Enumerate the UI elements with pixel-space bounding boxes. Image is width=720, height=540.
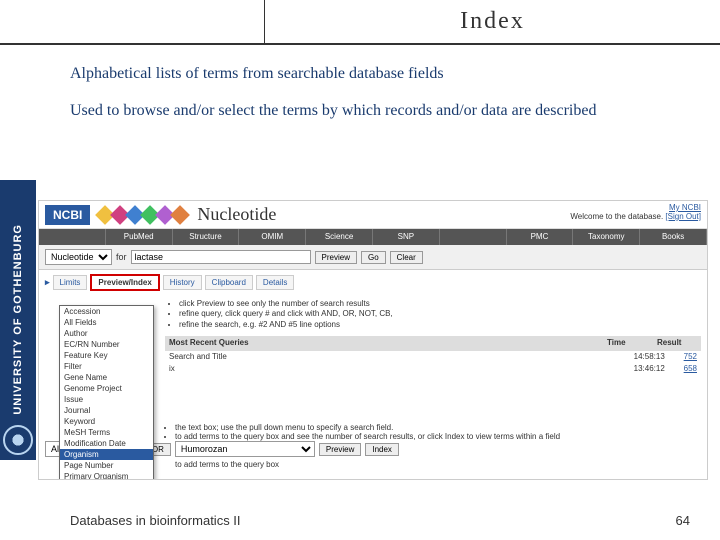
welcome-box: My NCBI Welcome to the database. [Sign O… [570, 203, 701, 221]
nav-item[interactable]: Books [640, 229, 707, 245]
hint-line: the text box; use the pull down menu to … [175, 423, 701, 432]
query-text: ix [169, 364, 634, 374]
slide: Index Alphabetical lists of terms from s… [0, 0, 720, 540]
slide-footer: Databases in bioinformatics II 64 [70, 513, 690, 528]
hex-icon [170, 205, 190, 225]
index-button[interactable]: Index [365, 443, 399, 456]
tabs-row: ▸ Limits Preview/Index History Clipboard… [39, 270, 707, 295]
term-select[interactable]: Humorozan [175, 441, 315, 457]
col-time: Time [607, 338, 657, 348]
dropdown-item[interactable]: All Fields [60, 317, 153, 328]
dropdown-item[interactable]: Filter [60, 361, 153, 372]
dropdown-item[interactable]: Page Number [60, 460, 153, 471]
go-button[interactable]: Go [361, 251, 386, 264]
table-row: ix 13:46:12 658 [165, 363, 701, 375]
result-link[interactable]: 658 [684, 364, 697, 374]
hint-line: refine query, click query # and click wi… [179, 309, 701, 319]
hint-line: to add terms to the query box [175, 460, 701, 469]
dropdown-item[interactable]: MeSH Terms [60, 427, 153, 438]
hint-line: click Preview to see only the number of … [179, 299, 701, 309]
col-result: Result [657, 338, 697, 348]
nav-item[interactable]: PMC [507, 229, 574, 245]
dropdown-item[interactable]: Genome Project [60, 383, 153, 394]
hint-line: refine the search, e.g. #2 AND #5 line o… [179, 320, 701, 330]
myncbi-link[interactable]: My NCBI [570, 203, 701, 212]
query-text: Search and Title [169, 352, 634, 362]
nav-item[interactable]: PubMed [106, 229, 173, 245]
table-row: Search and Title 14:58:13 752 [165, 351, 701, 363]
tab-details[interactable]: Details [256, 275, 294, 290]
welcome-text: Welcome to the database. [570, 212, 663, 221]
dropdown-item[interactable]: Keyword [60, 416, 153, 427]
slide-title: Index [265, 0, 720, 43]
university-name: UNIVERSITY OF GOTHENBURG [12, 214, 24, 425]
slide-header: Index [0, 0, 720, 45]
preview2-button[interactable]: Preview [319, 443, 361, 456]
slide-body: Alphabetical lists of terms from searcha… [0, 45, 720, 147]
intro-line-2: Used to browse and/or select the terms b… [70, 101, 690, 122]
dropdown-item[interactable]: EC/RN Number [60, 339, 153, 350]
nav-item[interactable]: Structure [173, 229, 240, 245]
nav-item[interactable]: OMIM [239, 229, 306, 245]
dropdown-item[interactable]: Gene Name [60, 372, 153, 383]
recent-header: Most Recent Queries Time Result [165, 336, 701, 350]
result-link[interactable]: 752 [684, 352, 697, 362]
dropdown-item[interactable]: Modification Date [60, 438, 153, 449]
ncbi-nav: PubMed Structure OMIM Science SNP PMC Ta… [39, 229, 707, 245]
dropdown-item[interactable]: Feature Key [60, 350, 153, 361]
field-dropdown[interactable]: Accession All Fields Author EC/RN Number… [59, 305, 154, 480]
preview-button[interactable]: Preview [315, 251, 357, 264]
clear-button[interactable]: Clear [390, 251, 423, 264]
bracket-icon: ▸ [45, 277, 50, 288]
recent-title: Most Recent Queries [169, 338, 607, 348]
hint-line: to add terms to the query box and see th… [175, 432, 701, 441]
nav-item[interactable]: Taxonomy [573, 229, 640, 245]
search-row: Nucleotide for Preview Go Clear [39, 245, 707, 270]
header-spacer [0, 0, 265, 43]
dropdown-item[interactable]: Author [60, 328, 153, 339]
intro-line-1: Alphabetical lists of terms from searcha… [70, 65, 690, 83]
university-logo-icon [3, 425, 33, 455]
signout-link[interactable]: [Sign Out] [665, 212, 701, 221]
search-input[interactable] [131, 250, 311, 264]
nav-item[interactable] [440, 229, 507, 245]
recent-queries: Most Recent Queries Time Result Search a… [165, 336, 701, 375]
dropdown-item[interactable]: Journal [60, 405, 153, 416]
tab-preview-index[interactable]: Preview/Index [90, 274, 159, 291]
nav-item[interactable]: SNP [373, 229, 440, 245]
ncbi-db-name: Nucleotide [197, 204, 276, 225]
dropdown-item[interactable]: Accession [60, 306, 153, 317]
query-time: 14:58:13 [634, 352, 684, 362]
nav-item[interactable]: Science [306, 229, 373, 245]
main-area: Accession All Fields Author EC/RN Number… [39, 295, 707, 379]
tab-clipboard[interactable]: Clipboard [205, 275, 253, 290]
ncbi-hex-icons [98, 208, 187, 222]
db-select[interactable]: Nucleotide [45, 249, 112, 265]
ncbi-logo: NCBI [45, 205, 90, 225]
tab-history[interactable]: History [163, 275, 202, 290]
dropdown-item[interactable]: Primary Organism [60, 471, 153, 480]
preview-content: click Preview to see only the number of … [165, 299, 701, 375]
tab-limits[interactable]: Limits [53, 275, 88, 290]
page-number: 64 [676, 513, 690, 528]
dropdown-item[interactable]: Issue [60, 394, 153, 405]
ncbi-screenshot: My NCBI Welcome to the database. [Sign O… [38, 200, 708, 480]
query-time: 13:46:12 [634, 364, 684, 374]
for-label: for [116, 252, 127, 262]
university-sidebar: UNIVERSITY OF GOTHENBURG [0, 180, 36, 460]
dropdown-item-selected[interactable]: Organism [60, 449, 153, 460]
course-name: Databases in bioinformatics II [70, 513, 241, 528]
nav-item[interactable] [39, 229, 106, 245]
